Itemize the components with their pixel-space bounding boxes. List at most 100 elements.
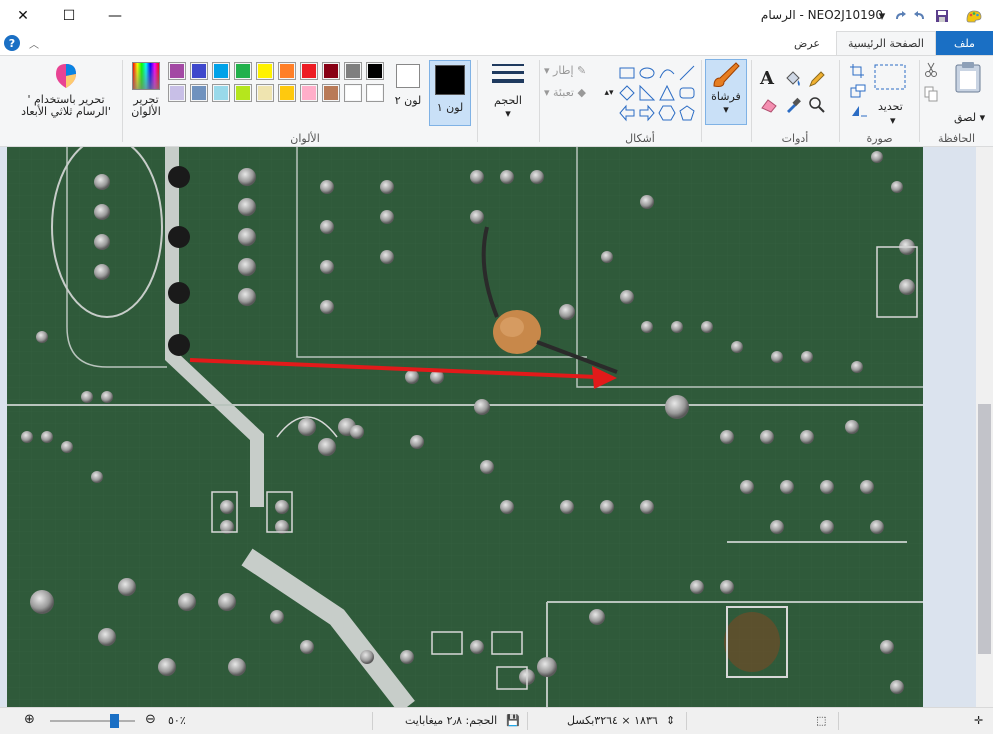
eraser-button[interactable] — [760, 96, 778, 114]
palette-swatch[interactable] — [322, 84, 340, 102]
palette-swatch[interactable] — [256, 62, 274, 80]
fill-shape-button[interactable]: ▾ تعبئة ◆ — [544, 86, 586, 99]
paint3d-button[interactable]: تحرير باستخدام ' الرسام ثلاثي الأبعاد' — [14, 62, 118, 118]
palette-swatch[interactable] — [344, 62, 362, 80]
magnifier-button[interactable] — [808, 96, 826, 114]
palette-swatch[interactable] — [234, 84, 252, 102]
palette-swatch[interactable] — [278, 62, 296, 80]
size-button[interactable]: الحجم ▾ — [484, 62, 532, 120]
zoom-slider[interactable] — [50, 714, 135, 728]
ribbon: لصق ▾ الحافظة تحديد ▾ صورة A أدوات فرشاة… — [0, 55, 993, 147]
collapse-ribbon-icon[interactable]: ︿ — [26, 35, 42, 51]
resize-button[interactable] — [850, 84, 866, 98]
eyedropper-icon — [787, 97, 801, 113]
drawing-canvas[interactable] — [7, 147, 923, 707]
shape-oval-icon[interactable] — [638, 64, 656, 82]
palette-swatch-color — [324, 64, 338, 78]
shape-round-rect-icon[interactable] — [678, 84, 696, 102]
colors-group: لون ١ لون ٢ تحرير الألوان تحرير باستخدام… — [0, 56, 476, 148]
shape-hexagon-icon[interactable] — [658, 104, 676, 122]
palette-swatch[interactable] — [300, 84, 318, 102]
zoom-level: ٥٠٪ — [168, 714, 186, 727]
cut-button[interactable] — [924, 62, 938, 78]
palette-swatch[interactable] — [212, 62, 230, 80]
palette-swatch-color — [324, 86, 338, 100]
select-button[interactable] — [874, 64, 906, 90]
workspace — [0, 147, 993, 707]
shape-line-icon[interactable] — [678, 64, 696, 82]
palette-swatch-color — [170, 86, 184, 100]
palette-swatch-color — [236, 86, 250, 100]
tab-view[interactable]: عرض — [778, 31, 836, 55]
picker-button[interactable] — [784, 96, 802, 114]
rotate-icon — [852, 106, 867, 117]
shape-right-triangle-icon[interactable] — [638, 84, 656, 102]
crop-button[interactable] — [850, 64, 864, 78]
palette-swatch[interactable] — [168, 84, 186, 102]
palette-swatch-color — [192, 86, 206, 100]
file-size: الحجم: ٢٫٨ ميغابايت — [405, 714, 498, 727]
brush-icon — [713, 62, 740, 87]
edit-colors-button[interactable]: تحرير الألوان — [126, 62, 166, 118]
vertical-scroll-thumb[interactable] — [978, 404, 991, 654]
color1-button[interactable]: لون ١ — [429, 60, 471, 126]
palette-swatch[interactable] — [190, 62, 208, 80]
palette-swatch-color — [346, 86, 360, 100]
select-label[interactable]: تحديد — [878, 100, 903, 113]
shape-triangle-icon[interactable] — [658, 84, 676, 102]
title-bar: ✕ ☐ — NEO2J10190 - الرسام ▾ — [0, 0, 993, 31]
shape-arrow-left-icon[interactable] — [618, 104, 636, 122]
text-button[interactable]: A — [760, 68, 774, 89]
fill-button[interactable] — [784, 70, 802, 88]
pencil-button[interactable] — [808, 70, 826, 88]
paste-button[interactable] — [948, 60, 988, 94]
palette-swatch-color — [214, 86, 228, 100]
palette-swatch[interactable] — [212, 84, 230, 102]
palette-swatch[interactable] — [256, 84, 274, 102]
rotate-button[interactable] — [850, 104, 868, 118]
outline-button[interactable]: ▾ إطار ✎ — [544, 64, 586, 77]
shape-rect-icon[interactable] — [618, 64, 636, 82]
customize-qa-icon[interactable]: ▾ — [872, 6, 892, 26]
tab-file[interactable]: ملف — [936, 31, 993, 55]
palette-swatch[interactable] — [278, 84, 296, 102]
color2-button[interactable]: لون ٢ — [392, 64, 424, 107]
minimize-button[interactable]: — — [92, 0, 138, 31]
palette-swatch[interactable] — [190, 84, 208, 102]
zoom-in-icon[interactable]: ⊕ — [24, 712, 35, 727]
redo-icon[interactable] — [890, 6, 910, 26]
image-group: تحديد ▾ صورة — [840, 56, 919, 148]
size-label: الحجم — [494, 94, 522, 107]
color2-label: لون ٢ — [394, 94, 422, 107]
palette-swatch[interactable] — [300, 62, 318, 80]
palette-swatch[interactable] — [344, 84, 362, 102]
paint-app-icon — [964, 6, 984, 26]
close-button[interactable]: ✕ — [0, 0, 46, 31]
tab-home[interactable]: الصفحة الرئيسية — [836, 31, 936, 55]
maximize-button[interactable]: ☐ — [46, 0, 92, 31]
paste-label[interactable]: لصق ▾ — [954, 111, 985, 124]
palette-swatch-color — [192, 64, 206, 78]
shape-curve-icon[interactable] — [658, 64, 676, 82]
vertical-scrollbar[interactable] — [976, 147, 993, 707]
save-icon[interactable] — [932, 6, 952, 26]
brushes-label: فرشاة — [711, 90, 741, 103]
help-icon[interactable]: ? — [4, 35, 20, 51]
shape-arrow-right-icon[interactable] — [638, 104, 656, 122]
palette-swatch[interactable] — [322, 62, 340, 80]
palette-swatch[interactable] — [366, 84, 384, 102]
palette-swatch[interactable] — [234, 62, 252, 80]
zoom-out-icon[interactable]: ⊖ — [145, 712, 156, 727]
shape-pentagon-icon[interactable] — [678, 104, 696, 122]
copy-button[interactable] — [924, 86, 938, 102]
undo-icon[interactable] — [910, 6, 930, 26]
clipboard-group-label: الحافظة — [937, 132, 976, 145]
palette-swatch[interactable] — [366, 62, 384, 80]
shapes-more-icon[interactable]: ▴▾ — [600, 84, 618, 102]
select-dropdown-icon[interactable]: ▾ — [890, 114, 896, 127]
zoom-slider-thumb[interactable] — [110, 714, 119, 728]
shape-diamond-icon[interactable] — [618, 84, 636, 102]
brushes-button[interactable]: فرشاة ▾ — [705, 59, 747, 125]
palette-swatch[interactable] — [168, 62, 186, 80]
shapes-group-label: أشكال — [625, 132, 655, 145]
